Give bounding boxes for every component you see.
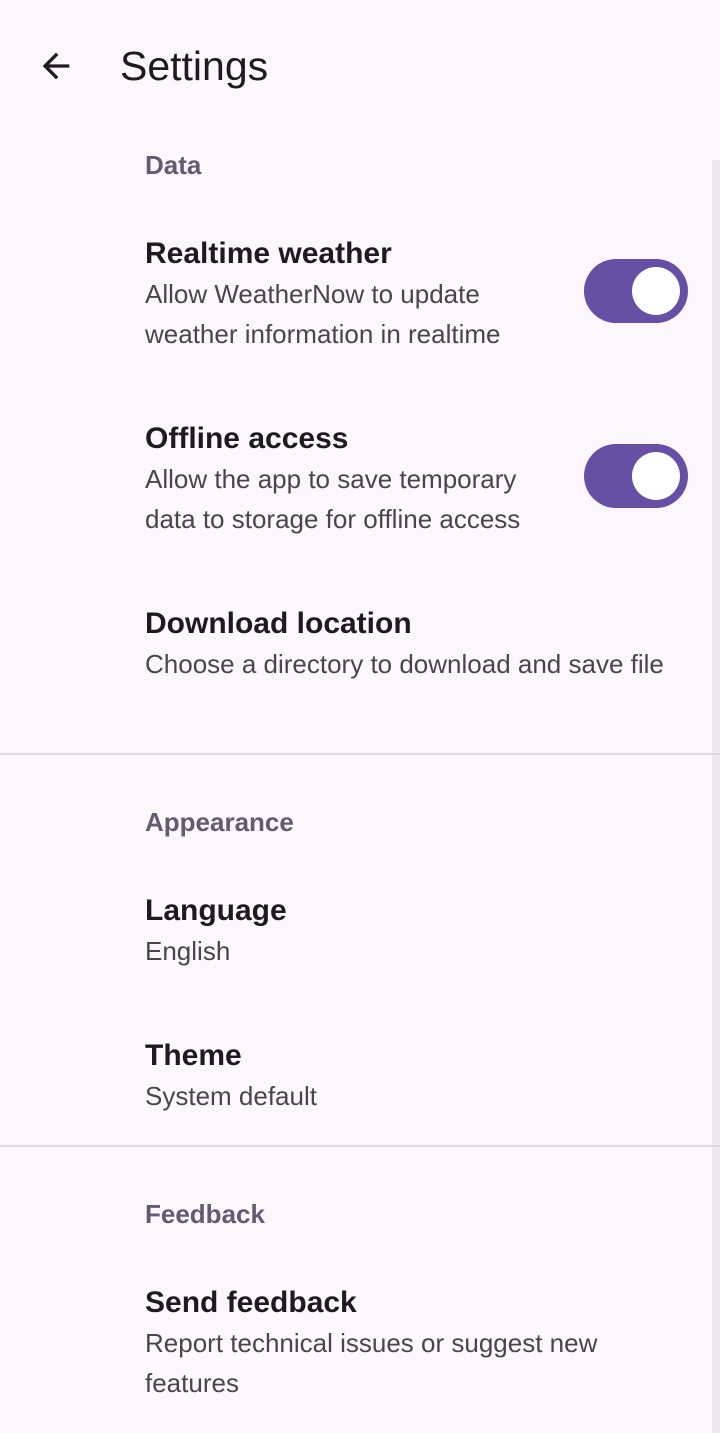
pref-title: Language [145, 894, 287, 927]
pref-title: Send feedback [145, 1286, 357, 1319]
top-app-bar: Settings [0, 0, 720, 132]
section-header-data: Data [145, 150, 202, 180]
section-header-feedback: Feedback [145, 1199, 265, 1229]
pref-theme[interactable]: Theme System default [0, 1022, 712, 1148]
page-title: Settings [120, 43, 269, 89]
pref-summary: Allow the app to save temporary data to … [145, 464, 521, 534]
pref-summary: Allow WeatherNow to update weather infor… [145, 279, 501, 349]
section-header-appearance: Appearance [145, 807, 294, 837]
realtime-weather-switch[interactable] [584, 259, 688, 323]
pref-title: Offline access [145, 422, 349, 455]
section-divider [0, 1145, 720, 1147]
pref-title: Realtime weather [145, 237, 392, 270]
pref-summary: Report technical issues or suggest new f… [145, 1328, 598, 1398]
pref-offline-access[interactable]: Offline access Allow the app to save tem… [0, 405, 712, 571]
pref-title: Download location [145, 607, 412, 640]
section-divider [0, 753, 720, 755]
settings-screen: Settings Data Realtime weather Allow Wea… [0, 0, 720, 1433]
pref-realtime-weather[interactable]: Realtime weather Allow WeatherNow to upd… [0, 220, 712, 386]
pref-summary: Choose a directory to download and save … [145, 649, 664, 679]
pref-language[interactable]: Language English [0, 877, 712, 1003]
pref-download-location[interactable]: Download location Choose a directory to … [0, 590, 712, 756]
scrollbar[interactable] [712, 160, 720, 1433]
arrow-left-icon [42, 52, 70, 80]
back-button[interactable] [24, 34, 88, 98]
offline-access-switch[interactable] [584, 444, 688, 508]
switch-thumb [632, 267, 680, 315]
pref-summary: English [145, 936, 231, 966]
pref-send-feedback[interactable]: Send feedback Report technical issues or… [0, 1269, 712, 1433]
pref-summary: System default [145, 1081, 317, 1111]
pref-title: Theme [145, 1039, 242, 1072]
switch-thumb [632, 452, 680, 500]
